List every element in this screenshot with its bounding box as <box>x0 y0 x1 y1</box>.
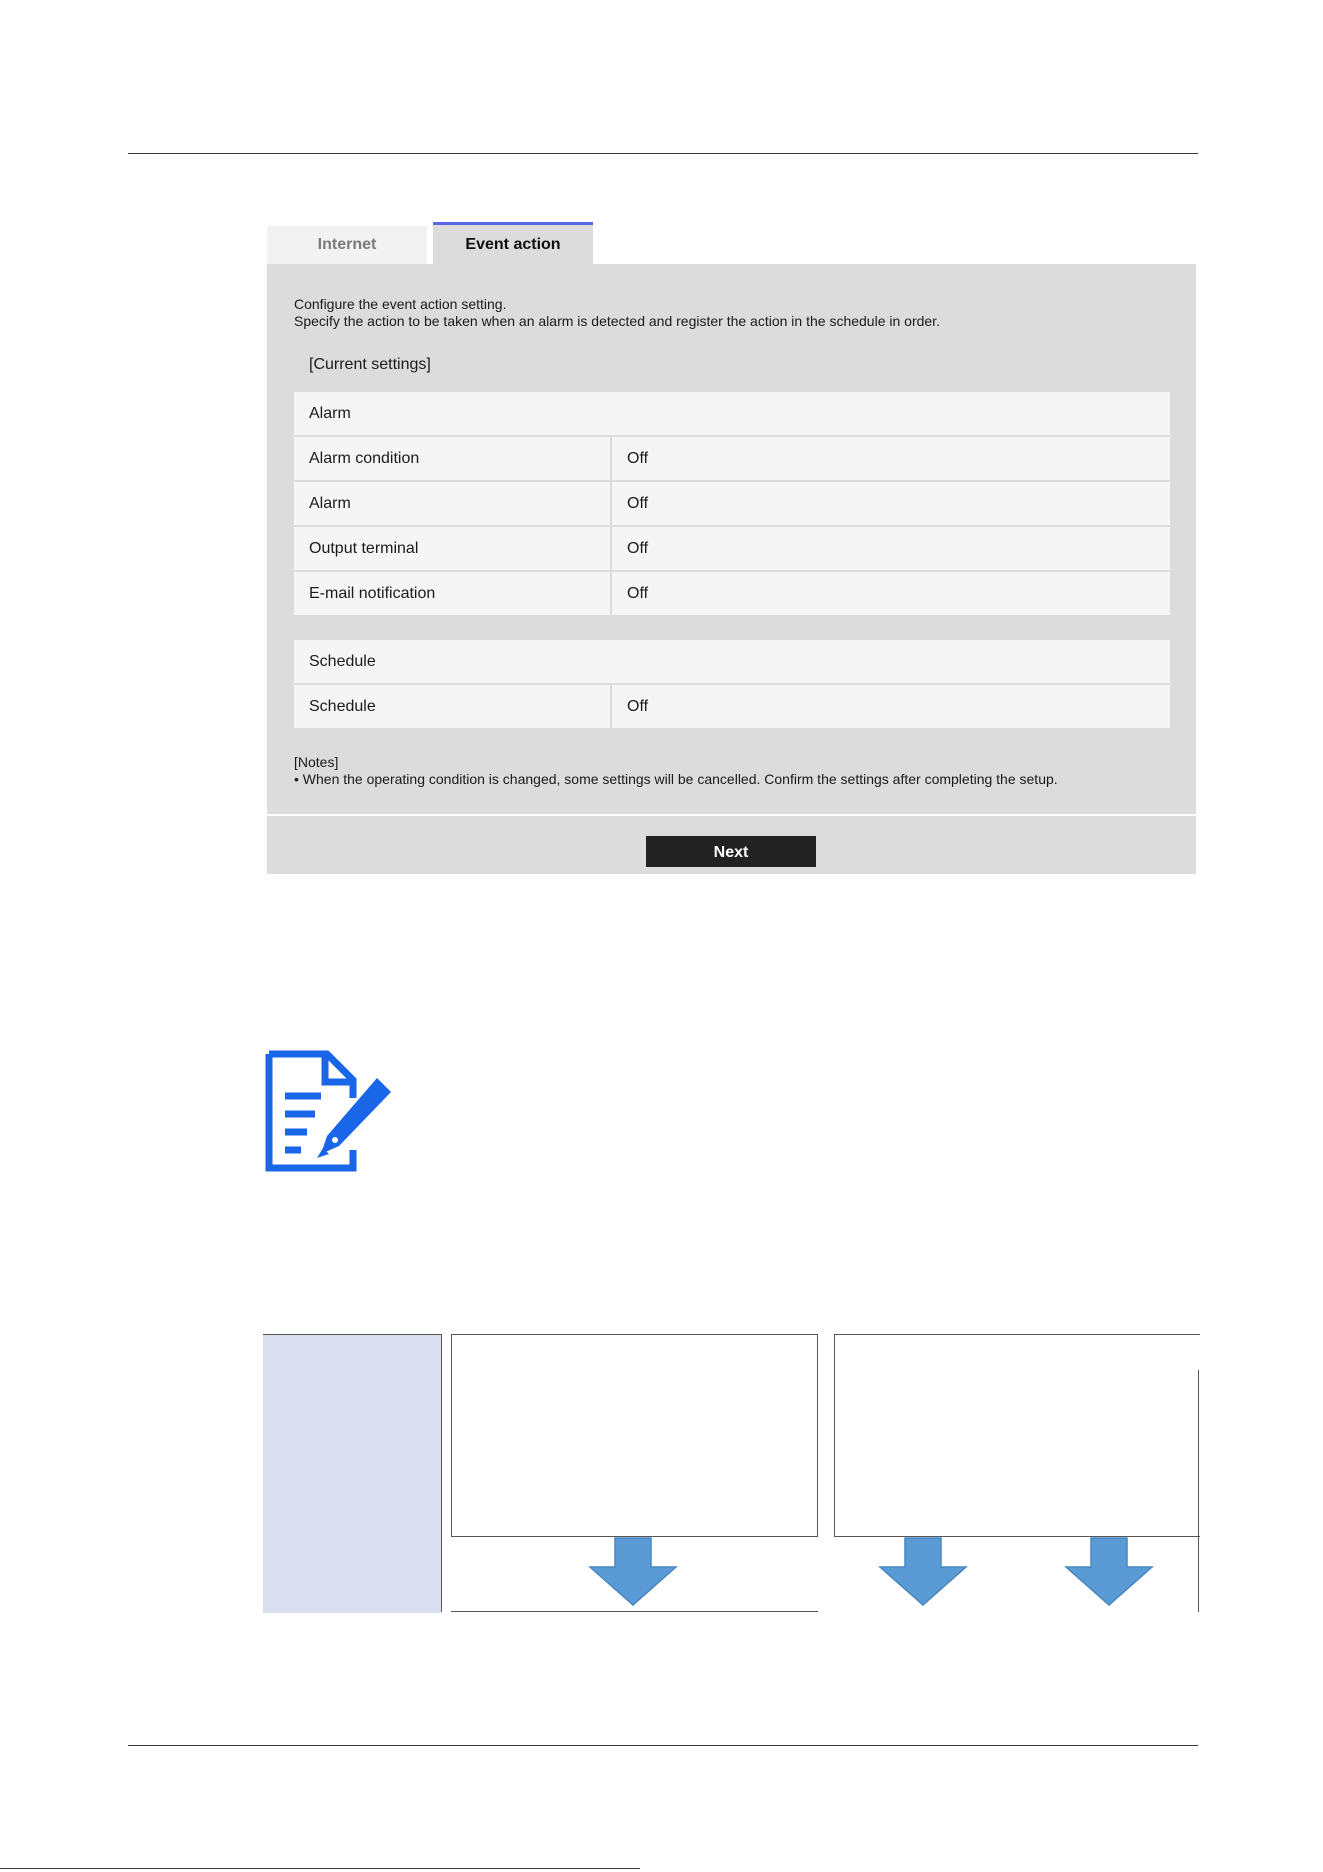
row-label: Alarm <box>294 482 610 525</box>
tab-bar: Internet Event action <box>267 222 1197 264</box>
table-row: Schedule Off <box>294 685 1170 728</box>
current-settings-label: [Current settings] <box>309 356 431 373</box>
row-label: E-mail notification <box>294 572 610 615</box>
intro-line-1: Configure the event action setting. <box>294 296 507 312</box>
notes-block: [Notes] • When the operating condition i… <box>294 754 1058 788</box>
intro-text: Configure the event action setting. Spec… <box>294 296 940 330</box>
flow-divider <box>441 1334 442 1612</box>
flow-diagram <box>263 1334 1200 1613</box>
table-header-row: Schedule <box>294 640 1170 683</box>
arrow-down-icon <box>878 1537 968 1607</box>
table-row: Alarm Off <box>294 482 1170 525</box>
footer-rule <box>128 1745 1198 1746</box>
row-label: Schedule <box>294 685 610 728</box>
row-value: Off <box>612 527 1170 570</box>
intro-line-2: Specify the action to be taken when an a… <box>294 313 940 329</box>
flow-side-column <box>263 1334 441 1613</box>
row-value: Off <box>612 572 1170 615</box>
alarm-section-header: Alarm <box>294 392 1170 435</box>
table-row: Alarm condition Off <box>294 437 1170 480</box>
notes-title: [Notes] <box>294 754 339 770</box>
table-row: Output terminal Off <box>294 527 1170 570</box>
row-value: Off <box>612 685 1170 728</box>
alarm-settings-table: Alarm Alarm condition Off Alarm Off Outp… <box>294 392 1170 617</box>
panel-footer: Next <box>267 816 1196 874</box>
document-pen-icon <box>265 1050 391 1172</box>
tab-internet[interactable]: Internet <box>267 226 427 264</box>
row-value: Off <box>612 482 1170 525</box>
flow-box-right <box>834 1334 1200 1537</box>
flow-right-border <box>1198 1370 1199 1612</box>
notes-line: • When the operating condition is change… <box>294 771 1058 787</box>
next-button[interactable]: Next <box>646 836 816 867</box>
arrow-down-icon <box>1064 1537 1154 1607</box>
settings-panel: Configure the event action setting. Spec… <box>267 264 1196 814</box>
table-row: E-mail notification Off <box>294 572 1170 615</box>
header-rule <box>128 153 1198 154</box>
footnote-rule <box>0 1868 640 1869</box>
flow-box-left <box>451 1334 818 1537</box>
flow-bottom-border <box>451 1611 818 1612</box>
arrow-down-icon <box>588 1537 678 1607</box>
schedule-section-header: Schedule <box>294 640 1170 683</box>
row-label: Output terminal <box>294 527 610 570</box>
row-label: Alarm condition <box>294 437 610 480</box>
row-value: Off <box>612 437 1170 480</box>
schedule-settings-table: Schedule Schedule Off <box>294 640 1170 730</box>
table-header-row: Alarm <box>294 392 1170 435</box>
tab-event-action[interactable]: Event action <box>433 222 593 264</box>
